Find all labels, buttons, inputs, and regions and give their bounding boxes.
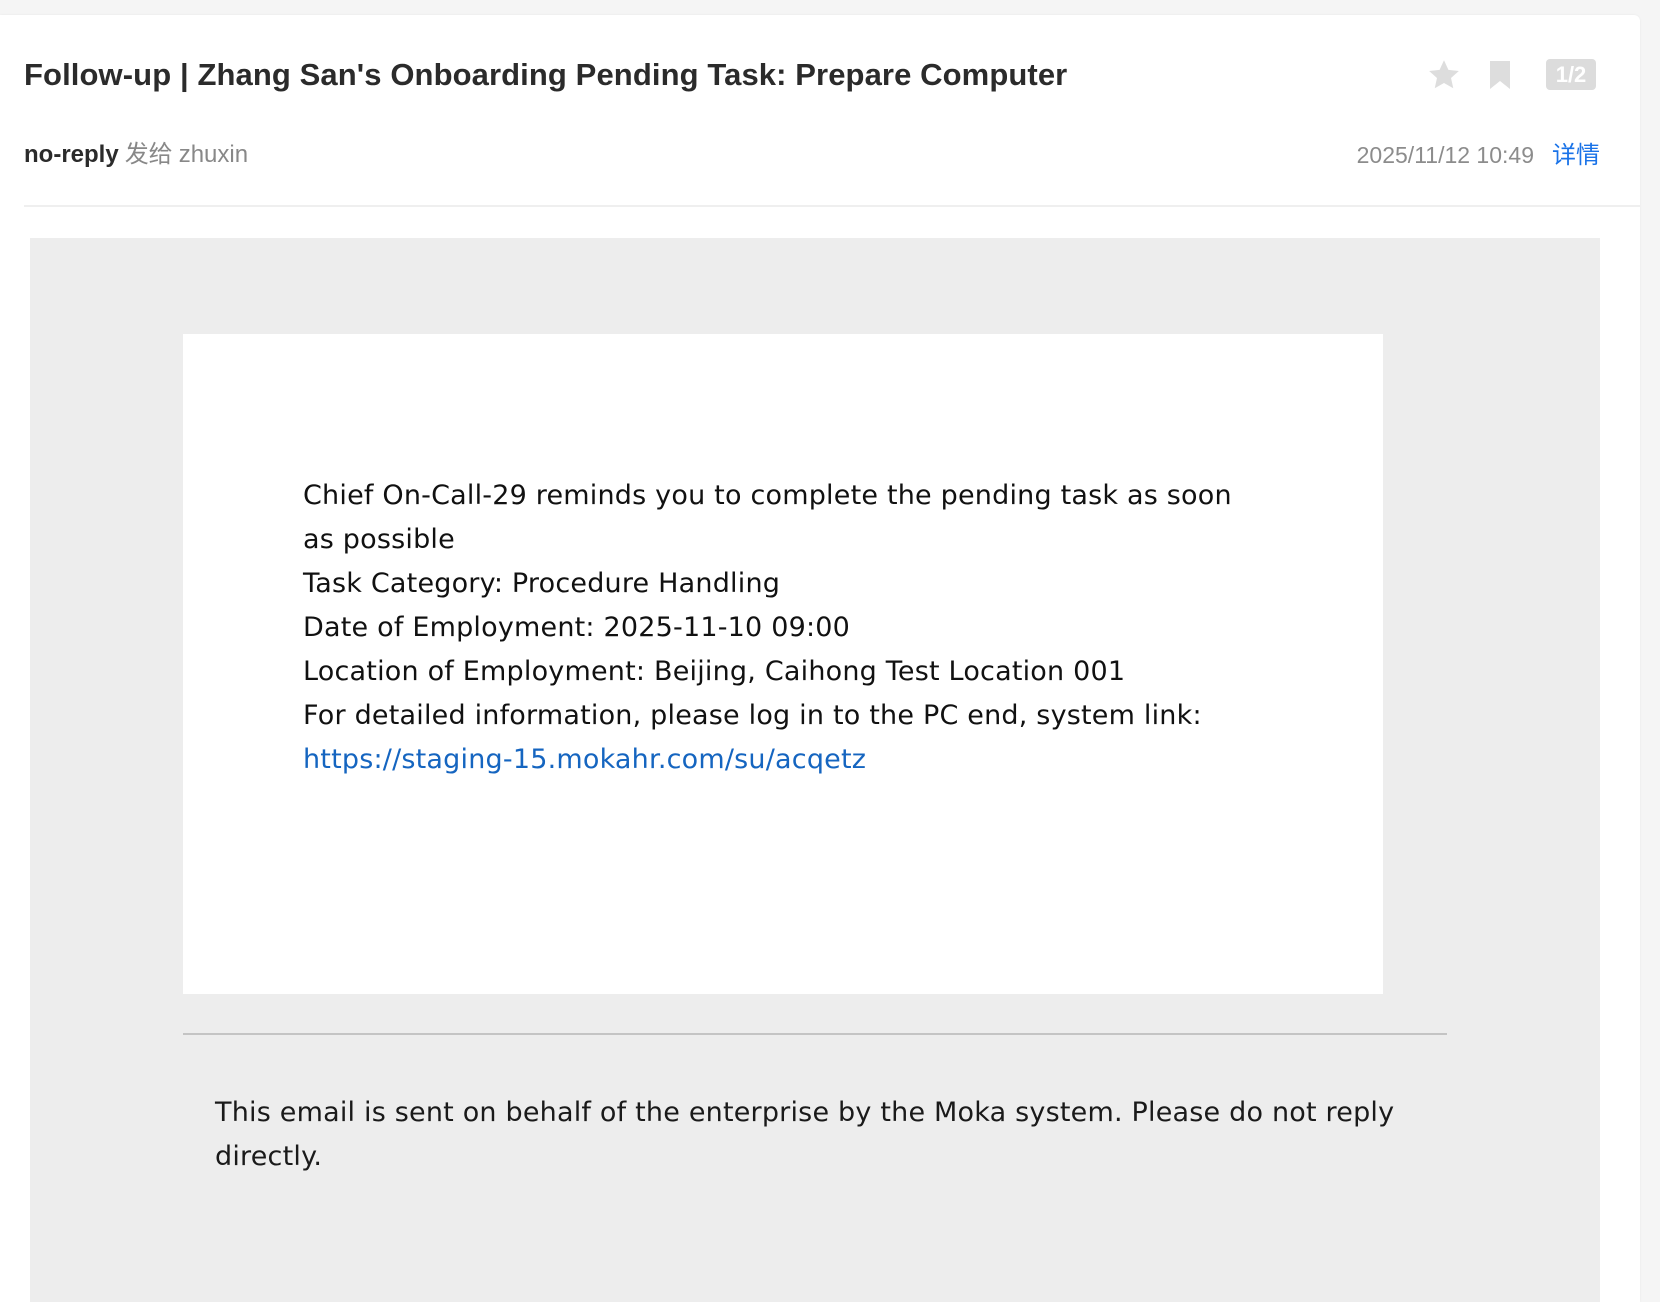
recipient-name[interactable]: zhuxin [179, 141, 248, 168]
meta-right: 2025/11/12 10:49 详情 [1357, 139, 1600, 172]
sender-name[interactable]: no-reply [24, 141, 119, 168]
to-label: 发给 [124, 141, 173, 168]
header-divider [24, 205, 1640, 207]
email-datetime: 2025/11/12 10:49 [1356, 142, 1534, 168]
star-icon[interactable] [1426, 57, 1462, 93]
content-card: Chief On-Call-29 reminds you to complete… [183, 334, 1383, 994]
detail-info-text: For detailed information, please log in … [303, 700, 1202, 731]
employment-date-text: Date of Employment: 2025-11-10 09:00 [303, 612, 851, 643]
footer-note: This email is sent on behalf of the ente… [215, 1097, 1395, 1172]
employment-location-text: Location of Employment: Beijing, Caihong… [303, 656, 1126, 687]
sender-line: no-reply 发给 zhuxin [24, 139, 248, 171]
reminder-text: Chief On-Call-29 reminds you to complete… [303, 480, 1232, 555]
bookmark-icon[interactable] [1489, 60, 1511, 90]
email-subject: Follow-up | Zhang San's Onboarding Pendi… [24, 57, 1068, 92]
system-link[interactable]: https://staging-15.mokahr.com/su/acqetz [303, 744, 866, 775]
email-body: Chief On-Call-29 reminds you to complete… [30, 238, 1600, 1302]
footer-divider [183, 1033, 1447, 1035]
mail-reading-pane: Follow-up | Zhang San's Onboarding Pendi… [0, 15, 1640, 1302]
details-link[interactable]: 详情 [1552, 142, 1600, 169]
task-category-text: Task Category: Procedure Handling [303, 568, 781, 599]
card-text: Chief On-Call-29 reminds you to complete… [303, 474, 1263, 782]
page-indicator: 1/2 [1546, 59, 1596, 90]
